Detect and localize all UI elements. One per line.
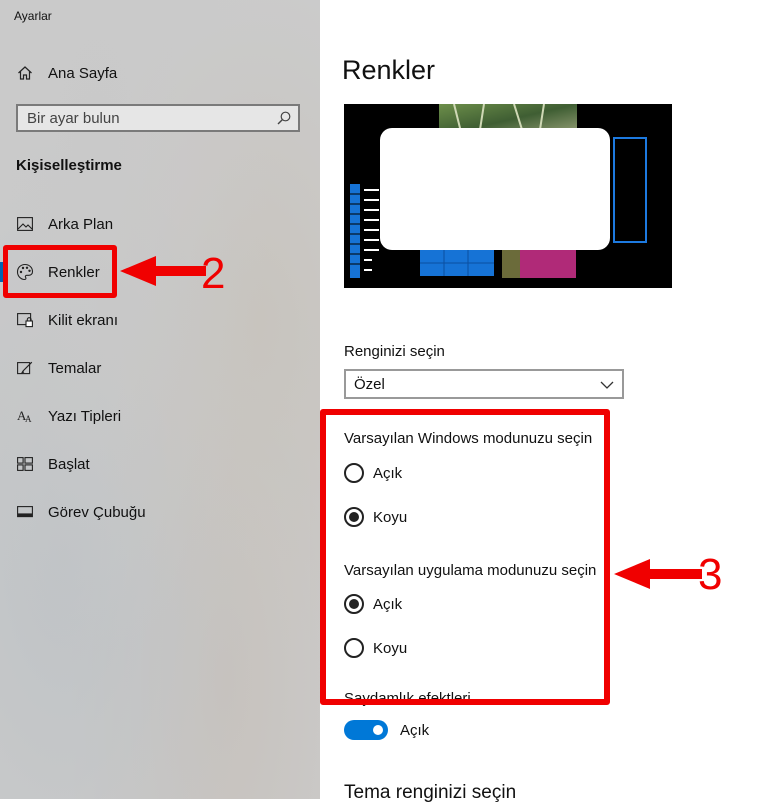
annotation-number: 2 — [201, 249, 226, 298]
lock-screen-icon — [16, 311, 34, 329]
sidebar-item-label: Kilit ekranı — [48, 311, 119, 329]
toggle-state-label: Açık — [400, 721, 430, 739]
fonts-icon: AA — [16, 407, 34, 425]
transparency-toggle[interactable] — [344, 720, 388, 740]
page-title: Renkler — [342, 55, 436, 85]
annotation-arrow-left-icon — [120, 256, 206, 286]
home-nav-item[interactable]: Ana Sayfa — [0, 53, 320, 93]
theme-preview — [344, 104, 672, 288]
search-input[interactable] — [18, 108, 276, 128]
sidebar-item-themes[interactable]: Temalar — [0, 348, 320, 388]
annotation-highlight-box — [320, 409, 610, 705]
main-content: Renkler Renginizi seçin Özel Varsayılan … — [320, 0, 778, 803]
settings-sidebar: Ayarlar Ana Sayfa Kişiselleştirme Arka P… — [0, 0, 320, 799]
search-icon[interactable] — [276, 110, 292, 126]
window-title: Ayarlar — [14, 9, 52, 23]
color-choice-dropdown[interactable]: Özel — [344, 369, 624, 399]
dropdown-selected-value: Özel — [354, 375, 385, 393]
sidebar-item-label: Görev Çubuğu — [48, 503, 146, 521]
sidebar-item-label: Arka Plan — [48, 215, 114, 233]
toggle-knob — [373, 725, 383, 735]
home-label: Ana Sayfa — [48, 64, 118, 82]
preview-image — [350, 104, 647, 278]
sidebar-item-taskbar[interactable]: Görev Çubuğu — [0, 492, 320, 532]
sidebar-item-lock-screen[interactable]: Kilit ekranı — [0, 300, 320, 340]
color-choice-label: Renginizi seçin — [344, 343, 445, 360]
transparency-toggle-row[interactable]: Açık — [344, 720, 429, 740]
picture-icon — [16, 215, 34, 233]
sidebar-item-label: Yazı Tipleri — [48, 407, 122, 425]
start-icon — [16, 455, 34, 473]
sidebar-item-start[interactable]: Başlat — [0, 444, 320, 484]
themes-icon — [16, 359, 34, 377]
settings-search-box[interactable] — [16, 104, 300, 132]
annotation-arrow-left-icon — [614, 559, 702, 589]
sidebar-item-fonts[interactable]: AA Yazı Tipleri — [0, 396, 320, 436]
annotation-number: 3 — [698, 550, 723, 599]
annotation-highlight-box — [3, 245, 117, 298]
sidebar-item-label: Başlat — [48, 455, 90, 473]
sidebar-item-background[interactable]: Arka Plan — [0, 204, 320, 244]
sidebar-item-label: Temalar — [48, 359, 102, 377]
taskbar-icon — [16, 503, 34, 521]
accent-color-heading: Tema renginizi seçin — [344, 782, 517, 803]
chevron-down-icon — [600, 376, 614, 393]
section-title: Kişiselleştirme — [16, 157, 122, 174]
home-icon — [16, 64, 34, 82]
svg-text:A: A — [25, 414, 32, 424]
